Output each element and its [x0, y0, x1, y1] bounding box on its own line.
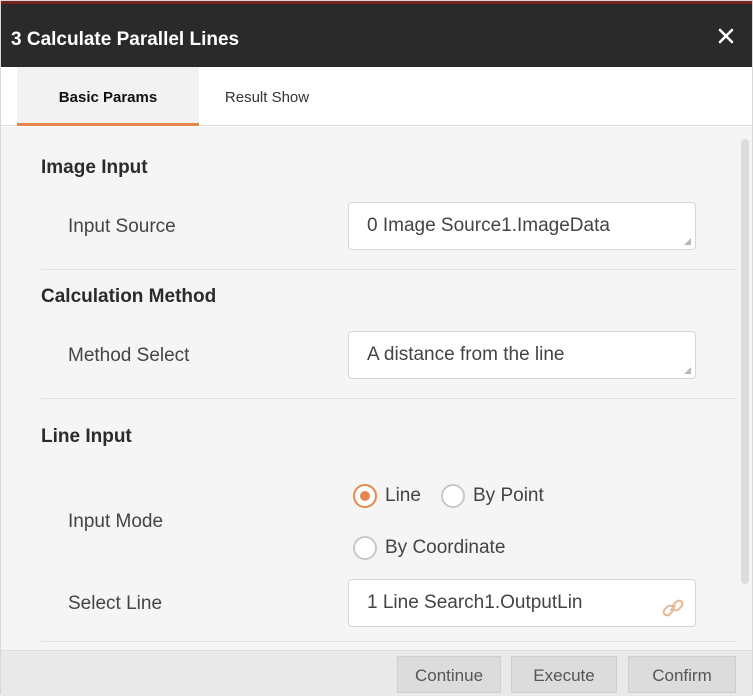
- tab-bar: Basic Params Result Show: [1, 67, 752, 126]
- link-icon[interactable]: [661, 592, 685, 617]
- method-select-value: A distance from the line: [367, 344, 565, 365]
- confirm-button[interactable]: Confirm: [628, 656, 736, 693]
- radio-by-coordinate[interactable]: By Coordinate: [353, 536, 505, 560]
- radio-line-label: Line: [385, 485, 421, 506]
- radio-line[interactable]: Line: [353, 484, 421, 508]
- divider: [41, 269, 737, 270]
- divider: [41, 398, 737, 399]
- calculate-parallel-lines-dialog: 3 Calculate Parallel Lines Basic Params …: [0, 0, 753, 696]
- tab-result-show[interactable]: Result Show: [199, 67, 335, 126]
- select-line-label: Select Line: [68, 593, 163, 614]
- dialog-footer: Continue Execute Confirm: [1, 650, 752, 696]
- radio-by-point[interactable]: By Point: [441, 484, 544, 508]
- resize-grip-icon: [684, 238, 691, 245]
- select-line-field[interactable]: 1 Line Search1.OutputLin: [348, 579, 696, 627]
- input-source-value: 0 Image Source1.ImageData: [367, 215, 610, 236]
- continue-button[interactable]: Continue: [397, 656, 501, 693]
- execute-button[interactable]: Execute: [511, 656, 617, 693]
- method-select-label: Method Select: [68, 345, 190, 366]
- params-panel: Image Input Input Source 0 Image Source1…: [1, 127, 752, 650]
- resize-grip-icon: [684, 367, 691, 374]
- method-select-dropdown[interactable]: A distance from the line: [348, 331, 696, 379]
- input-source-label: Input Source: [68, 216, 176, 237]
- radio-unchecked-icon: [353, 536, 377, 560]
- section-title-line-input: Line Input: [41, 426, 132, 447]
- input-source-field[interactable]: 0 Image Source1.ImageData: [348, 202, 696, 250]
- close-icon[interactable]: [712, 22, 740, 50]
- select-line-value: 1 Line Search1.OutputLin: [367, 592, 583, 613]
- title-bar: 3 Calculate Parallel Lines: [1, 1, 752, 67]
- radio-checked-icon: [353, 484, 377, 508]
- dialog-title: 3 Calculate Parallel Lines: [11, 29, 240, 50]
- radio-unchecked-icon: [441, 484, 465, 508]
- radio-by-coordinate-label: By Coordinate: [385, 537, 506, 558]
- scrollbar[interactable]: [741, 139, 749, 584]
- section-title-image-input: Image Input: [41, 157, 148, 178]
- divider: [41, 641, 737, 642]
- tab-basic-params[interactable]: Basic Params: [17, 67, 199, 126]
- input-mode-label: Input Mode: [68, 511, 164, 532]
- radio-by-point-label: By Point: [473, 485, 544, 506]
- section-title-calculation-method: Calculation Method: [41, 286, 217, 307]
